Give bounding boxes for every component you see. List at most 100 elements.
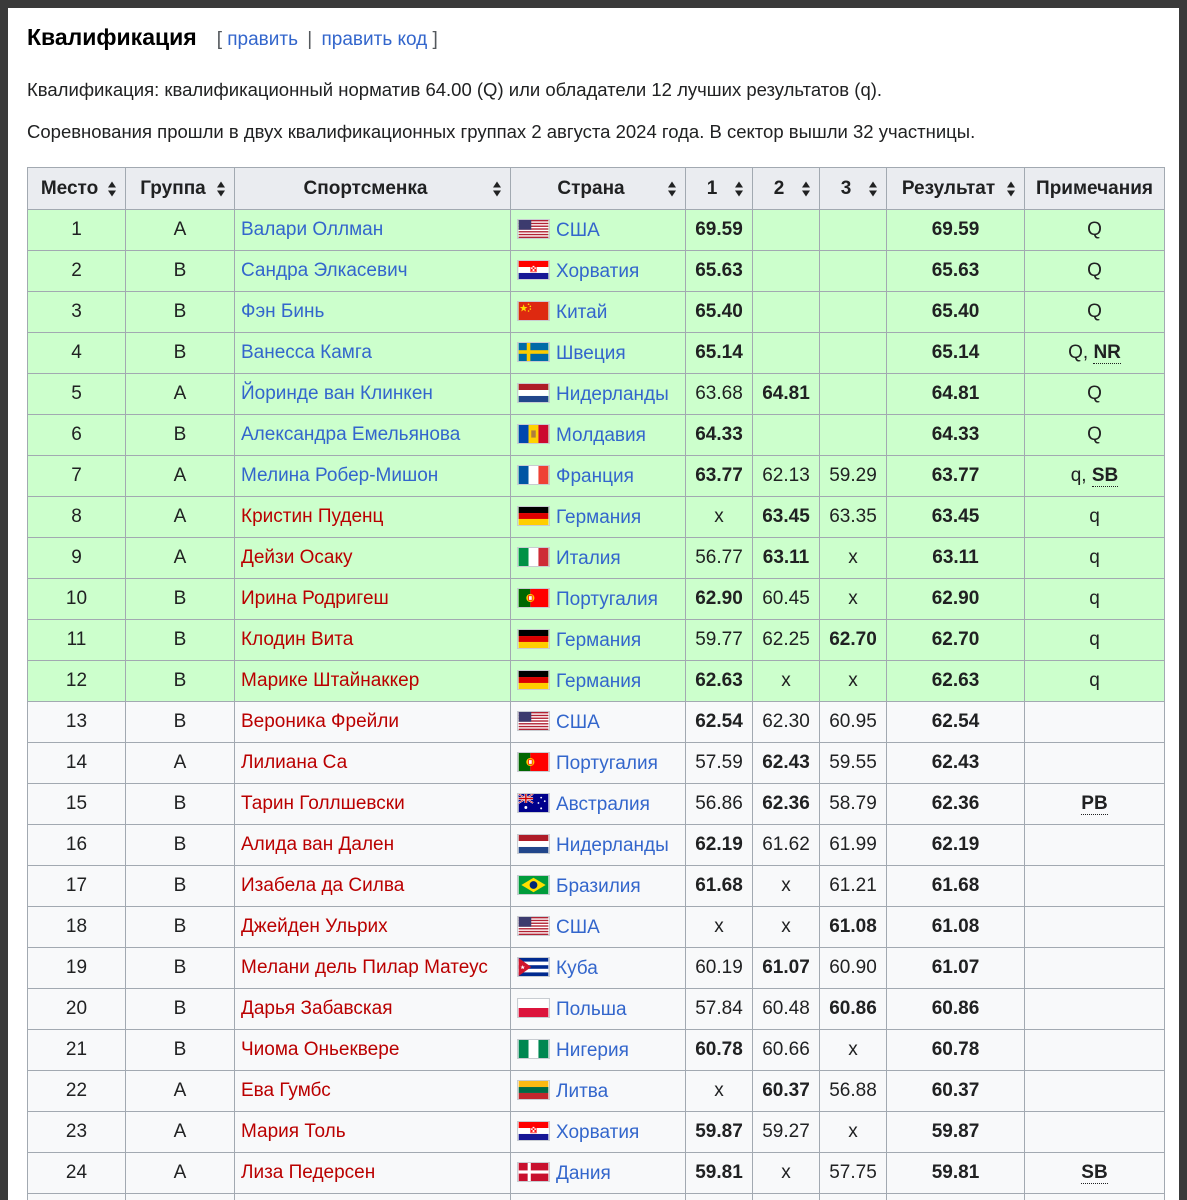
country-link[interactable]: Нидерланды [556, 384, 669, 405]
attempt-2-cell: x [752, 906, 820, 948]
country-cell: США [510, 701, 686, 743]
country-link[interactable]: Молдавия [556, 425, 646, 446]
athlete-link[interactable]: Вероника Фрейли [241, 711, 399, 732]
country-link[interactable]: Германия [556, 671, 641, 692]
athlete-link[interactable]: Александра Емельянова [241, 424, 460, 445]
country-link[interactable]: США [556, 712, 600, 733]
attempt-2-cell: 62.30 [752, 701, 820, 743]
country-link[interactable]: Швеция [556, 343, 626, 364]
athlete-link[interactable]: Кристин Пуденц [241, 506, 383, 527]
athlete-link[interactable]: Чиома Оньеквере [241, 1039, 399, 1060]
header-athlete[interactable]: Спортсменка [234, 167, 511, 210]
sort-icon[interactable] [802, 181, 811, 196]
country-link[interactable]: США [556, 220, 600, 241]
sort-icon[interactable] [1007, 181, 1016, 196]
sort-icon[interactable] [869, 181, 878, 196]
header-place[interactable]: Место [27, 167, 126, 210]
athlete-link[interactable]: Фэн Бинь [241, 301, 324, 322]
notes-cell [1024, 1111, 1165, 1153]
country-link[interactable]: Польша [556, 999, 627, 1020]
country-link[interactable]: Дания [556, 1163, 611, 1184]
country-cell: США [510, 209, 686, 251]
notes-cell: q [1024, 537, 1165, 579]
header-attempt-2[interactable]: 2 [752, 167, 820, 210]
country-link[interactable]: Германия [556, 630, 641, 651]
notes-cell: q [1024, 660, 1165, 702]
header-group[interactable]: Группа [125, 167, 235, 210]
country-link[interactable]: Хорватия [556, 1122, 639, 1143]
table-row: 3 B Фэн Бинь Китай 65.40 65.40 Q [27, 291, 1165, 333]
athlete-link[interactable]: Мелина Робер-Мишон [241, 465, 438, 486]
qualification-description: Квалификация: квалификационный норматив … [27, 79, 883, 100]
place-cell: 6 [27, 414, 126, 456]
athlete-link[interactable]: Джейден Ульрих [241, 916, 388, 937]
group-cell: A [125, 742, 235, 784]
athlete-link[interactable]: Изабела да Силва [241, 875, 404, 896]
header-result[interactable]: Результат [886, 167, 1025, 210]
athlete-link[interactable]: Лилиана Са [241, 752, 347, 773]
flag-cro-icon [517, 1120, 550, 1141]
group-cell: B [125, 988, 235, 1030]
edit-code-link[interactable]: править код [321, 29, 427, 50]
notes-cell: q [1024, 578, 1165, 620]
place-cell: 23 [27, 1111, 126, 1153]
result-cell: 61.08 [886, 906, 1025, 948]
athlete-link[interactable]: Клодин Вита [241, 629, 353, 650]
note-text: q [1089, 629, 1100, 650]
sort-icon[interactable] [493, 181, 502, 196]
country-link[interactable]: Франция [556, 466, 634, 487]
sort-icon[interactable] [735, 181, 744, 196]
athlete-link[interactable]: Алида ван Дален [241, 834, 394, 855]
header-attempt-1[interactable]: 1 [685, 167, 753, 210]
header-country[interactable]: Страна [510, 167, 686, 210]
country-link[interactable]: США [556, 917, 600, 938]
country-link[interactable]: Португалия [556, 753, 658, 774]
country-link[interactable]: Португалия [556, 589, 658, 610]
table-row: 16 B Алида ван Дален Нидерланды 62.19 61.62 61… [27, 824, 1165, 866]
athlete-link[interactable]: Мария Толь [241, 1121, 346, 1142]
sort-icon[interactable] [217, 181, 226, 196]
country-cell: Куба [510, 947, 686, 989]
country-link[interactable]: Бразилия [556, 876, 641, 897]
country-link[interactable]: Италия [556, 548, 621, 569]
athlete-link[interactable]: Марике Штайнаккер [241, 670, 419, 691]
note-abbr[interactable]: NR [1093, 342, 1121, 364]
athlete-link[interactable]: Ирина Родригеш [241, 588, 389, 609]
country-link[interactable]: Куба [556, 958, 598, 979]
flag-ger-icon [517, 505, 550, 526]
country-link[interactable]: Литва [556, 1081, 608, 1102]
header-attempt-3[interactable]: 3 [819, 167, 887, 210]
athlete-link[interactable]: Сандра Элкасевич [241, 260, 408, 281]
attempt-1-cell: 65.63 [685, 250, 753, 292]
note-abbr[interactable]: SB [1081, 1162, 1108, 1184]
result-cell: 62.70 [886, 619, 1025, 661]
country-cell: Литва [510, 1070, 686, 1112]
athlete-link[interactable]: Лиза Педерсен [241, 1162, 375, 1183]
country-link[interactable]: Нигерия [556, 1040, 629, 1061]
note-abbr[interactable]: PB [1081, 793, 1108, 815]
edit-link[interactable]: править [227, 29, 298, 50]
country-link[interactable]: Китай [556, 302, 607, 323]
note-abbr[interactable]: SB [1091, 465, 1119, 487]
athlete-link[interactable]: Мелани дель Пилар Матеус [241, 957, 488, 978]
athlete-cell: Вероника Фрейли [234, 701, 511, 743]
country-link[interactable]: Нидерланды [556, 835, 669, 856]
country-link[interactable]: Хорватия [556, 261, 639, 282]
athlete-link[interactable]: Ева Гумбс [241, 1080, 331, 1101]
place-cell: 14 [27, 742, 126, 784]
attempt-3-cell [819, 373, 887, 415]
place-cell: 18 [27, 906, 126, 948]
place-cell: 1 [27, 209, 126, 251]
sort-icon[interactable] [668, 181, 677, 196]
country-link[interactable]: Германия [556, 507, 641, 528]
athlete-link[interactable]: Дейзи Осаку [241, 547, 353, 568]
athlete-link[interactable]: Тарин Голлшевски [241, 793, 405, 814]
athlete-link[interactable]: Йоринде ван Клинкен [241, 383, 433, 404]
athlete-link[interactable]: Дарья Забавская [241, 998, 393, 1019]
athlete-link[interactable]: Ванесса Камга [241, 342, 372, 363]
attempt-2-cell: 63.45 [752, 496, 820, 538]
country-link[interactable]: Австралия [556, 794, 650, 815]
attempt-1-cell: x [685, 496, 753, 538]
sort-icon[interactable] [108, 181, 117, 196]
athlete-link[interactable]: Валари Оллман [241, 219, 383, 240]
